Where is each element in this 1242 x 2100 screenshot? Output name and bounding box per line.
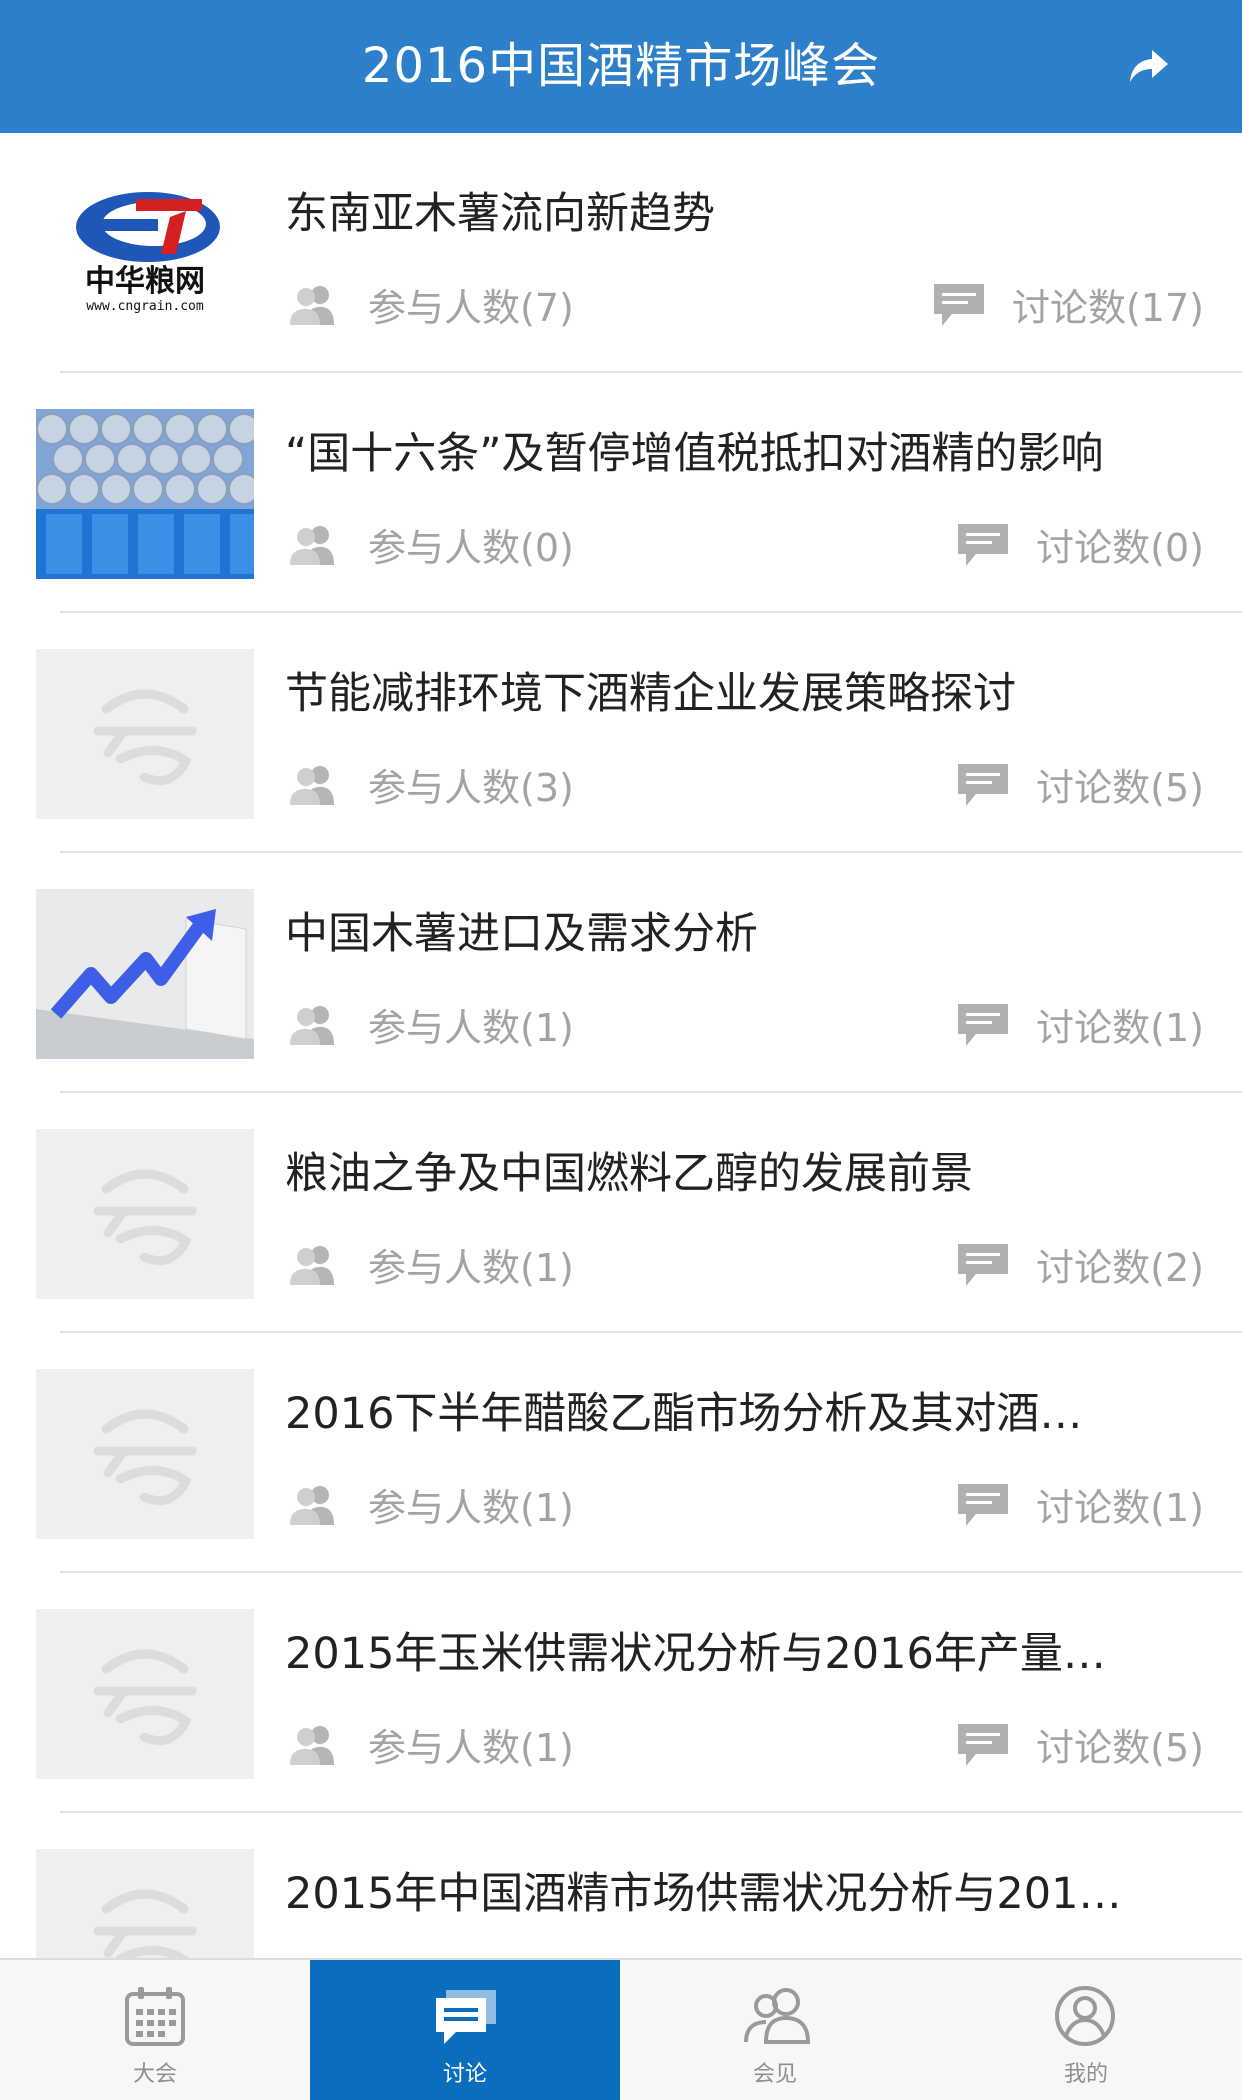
topic-thumbnail: [36, 1609, 254, 1779]
placeholder-image-icon: [36, 1609, 254, 1779]
topic-title: 2015年玉米供需状况分析与2016年产量…: [285, 1629, 1106, 1679]
discussion-count: 讨论数(0): [956, 517, 1204, 570]
topic-row[interactable]: 粮油之争及中国燃料乙醇的发展前景 参与人数(1) 讨论数(2): [0, 1093, 1242, 1333]
discussion-count: 讨论数(1): [956, 997, 1204, 1050]
app-header: 2016中国酒精市场峰会: [0, 0, 1242, 133]
topic-row[interactable]: 中华粮网 www.cngrain.com 东南亚木薯流向新趋势 参与人数(7) …: [0, 133, 1242, 373]
tab-label: 讨论: [442, 2062, 487, 2087]
topic-thumbnail: [36, 1849, 254, 1958]
tab-discussion[interactable]: 讨论: [310, 1960, 620, 2100]
participants-count: 参与人数(0): [286, 517, 574, 570]
tab-mine[interactable]: 我的: [930, 1960, 1242, 2100]
participants-icon: [290, 1485, 334, 1525]
participants-count: 参与人数(1): [286, 1477, 574, 1530]
topic-row[interactable]: 2016下半年醋酸乙酯市场分析及其对酒… 参与人数(1) 讨论数(1): [0, 1333, 1242, 1573]
participants-count: 参与人数(3): [286, 757, 574, 810]
topic-thumbnail: [36, 409, 254, 579]
tab-meetings[interactable]: 会见: [620, 1960, 930, 2100]
discussion-count: 讨论数(5): [956, 757, 1204, 810]
svg-text:www.cngrain.com: www.cngrain.com: [86, 299, 204, 314]
comment-icon: [958, 763, 1009, 806]
share-icon[interactable]: [1124, 42, 1172, 90]
chat-icon: [436, 1990, 496, 2044]
discussion-count: 讨论数(5): [956, 1717, 1204, 1770]
topic-row[interactable]: “国十六条”及暂停增值税抵扣对酒精的影响 参与人数(0) 讨论数(0): [0, 373, 1242, 613]
topic-list: 中华粮网 www.cngrain.com 东南亚木薯流向新趋势 参与人数(7) …: [0, 133, 1242, 1958]
comment-icon: [958, 1243, 1009, 1286]
discussion-count: 讨论数(1): [956, 1477, 1204, 1530]
tab-label: 会见: [752, 2062, 797, 2087]
comment-icon: [958, 1483, 1009, 1526]
discussion-count: 讨论数(2): [956, 1237, 1204, 1290]
participants-icon: [290, 525, 334, 565]
comment-icon: [933, 283, 984, 326]
growth-arrow-photo-icon: [36, 889, 254, 1059]
placeholder-image-icon: [36, 1369, 254, 1539]
topic-title: 中国木薯进口及需求分析: [285, 909, 758, 959]
blue-barrels-photo-icon: [36, 409, 254, 579]
tab-label: 大会: [132, 2062, 177, 2087]
participants-icon: [290, 285, 334, 325]
comment-icon: [958, 1723, 1009, 1766]
tab-conference[interactable]: 大会: [0, 1960, 310, 2100]
participants-count: 参与人数(7): [286, 277, 574, 330]
participants-count: 参与人数(1): [286, 1717, 574, 1770]
page-title: 2016中国酒精市场峰会: [361, 38, 881, 94]
topic-thumbnail: 中华粮网 www.cngrain.com: [36, 169, 254, 339]
topic-title: 东南亚木薯流向新趋势: [285, 189, 715, 239]
comment-icon: [958, 523, 1009, 566]
comment-icon: [958, 1003, 1009, 1046]
topic-thumbnail: [36, 649, 254, 819]
participants-count: 参与人数(1): [286, 1237, 574, 1290]
tab-label: 我的: [1063, 2062, 1108, 2087]
topic-title: 粮油之争及中国燃料乙醇的发展前景: [285, 1149, 973, 1199]
placeholder-image-icon: [36, 1129, 254, 1299]
topic-title: “国十六条”及暂停增值税抵扣对酒精的影响: [285, 429, 1104, 479]
placeholder-image-icon: [36, 649, 254, 819]
svg-text:中华粮网: 中华粮网: [85, 264, 205, 299]
people-icon: [744, 1988, 811, 2044]
topic-thumbnail: [36, 1369, 254, 1539]
participants-icon: [290, 1005, 334, 1045]
topic-title: 2015年中国酒精市场供需状况分析与201…: [285, 1869, 1122, 1919]
participants-icon: [290, 1725, 334, 1765]
topic-row[interactable]: 中国木薯进口及需求分析 参与人数(1) 讨论数(1): [0, 853, 1242, 1093]
calendar-icon: [125, 1987, 185, 2046]
cngrain-logo-icon: 中华粮网 www.cngrain.com: [36, 169, 254, 339]
placeholder-image-icon: [36, 1849, 254, 1958]
participants-icon: [290, 765, 334, 805]
topic-row[interactable]: 节能减排环境下酒精企业发展策略探讨 参与人数(3) 讨论数(5): [0, 613, 1242, 853]
participants-icon: [290, 1245, 334, 1285]
topic-thumbnail: [36, 1129, 254, 1299]
topic-row[interactable]: 2015年中国酒精市场供需状况分析与201…: [0, 1813, 1242, 1958]
topic-title: 节能减排环境下酒精企业发展策略探讨: [285, 669, 1016, 719]
discussion-count: 讨论数(17): [932, 277, 1204, 330]
bottom-tab-bar: 大会 讨论 会见 我的: [0, 1958, 1242, 2100]
profile-icon: [1055, 1986, 1115, 2046]
participants-count: 参与人数(1): [286, 997, 574, 1050]
topic-row[interactable]: 2015年玉米供需状况分析与2016年产量… 参与人数(1) 讨论数(5): [0, 1573, 1242, 1813]
topic-thumbnail: [36, 889, 254, 1059]
topic-title: 2016下半年醋酸乙酯市场分析及其对酒…: [285, 1389, 1083, 1439]
